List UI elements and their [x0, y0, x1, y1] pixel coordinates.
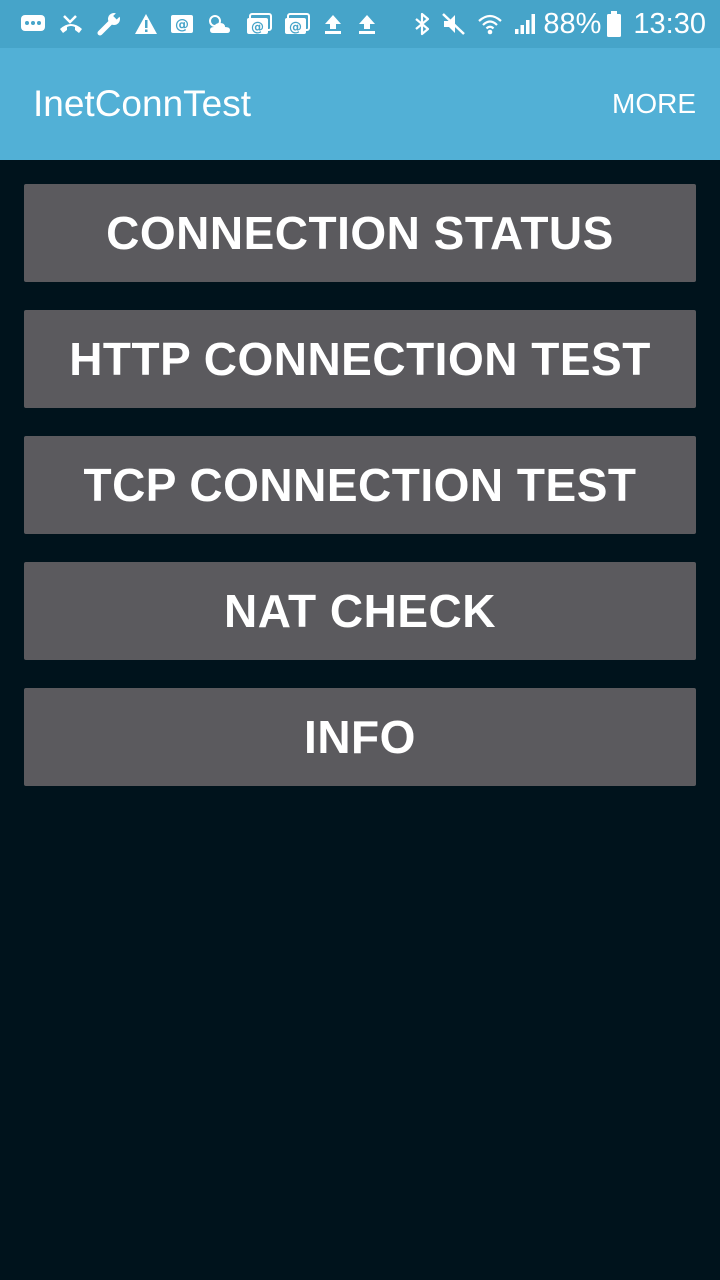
upload-icon	[356, 13, 378, 35]
message-icon	[20, 13, 46, 35]
svg-text:@: @	[251, 20, 264, 35]
app-bar: InetConnTest MORE	[0, 48, 720, 160]
menu-list: CONNECTION STATUS HTTP CONNECTION TEST T…	[24, 184, 696, 814]
email-icon: @	[246, 13, 272, 35]
warning-icon	[134, 13, 158, 35]
battery-icon	[607, 11, 622, 37]
weather-icon	[206, 13, 234, 35]
wrench-icon	[96, 12, 122, 36]
nat-check-button[interactable]: NAT CHECK	[24, 562, 696, 660]
status-bar: @ @ @ 88% 13:30	[0, 0, 720, 48]
battery-percentage: 88%	[543, 7, 602, 40]
connection-status-button[interactable]: CONNECTION STATUS	[24, 184, 696, 282]
missed-call-icon	[58, 13, 84, 35]
more-button[interactable]: MORE	[612, 88, 696, 120]
notification-icons: @ @ @	[20, 12, 390, 36]
email-icon: @	[170, 13, 194, 35]
mute-icon	[441, 12, 467, 36]
wifi-icon	[477, 12, 503, 36]
signal-icon	[513, 12, 537, 36]
bluetooth-icon	[413, 12, 431, 36]
svg-text:@: @	[289, 20, 302, 35]
svg-text:@: @	[175, 17, 189, 33]
upload-icon	[322, 13, 344, 35]
app-title: InetConnTest	[33, 83, 252, 124]
system-icons: 88% 13:30	[403, 7, 706, 40]
email-icon: @	[284, 13, 310, 35]
info-button[interactable]: INFO	[24, 688, 696, 786]
http-connection-test-button[interactable]: HTTP CONNECTION TEST	[24, 310, 696, 408]
clock: 13:30	[633, 7, 706, 40]
tcp-connection-test-button[interactable]: TCP CONNECTION TEST	[24, 436, 696, 534]
